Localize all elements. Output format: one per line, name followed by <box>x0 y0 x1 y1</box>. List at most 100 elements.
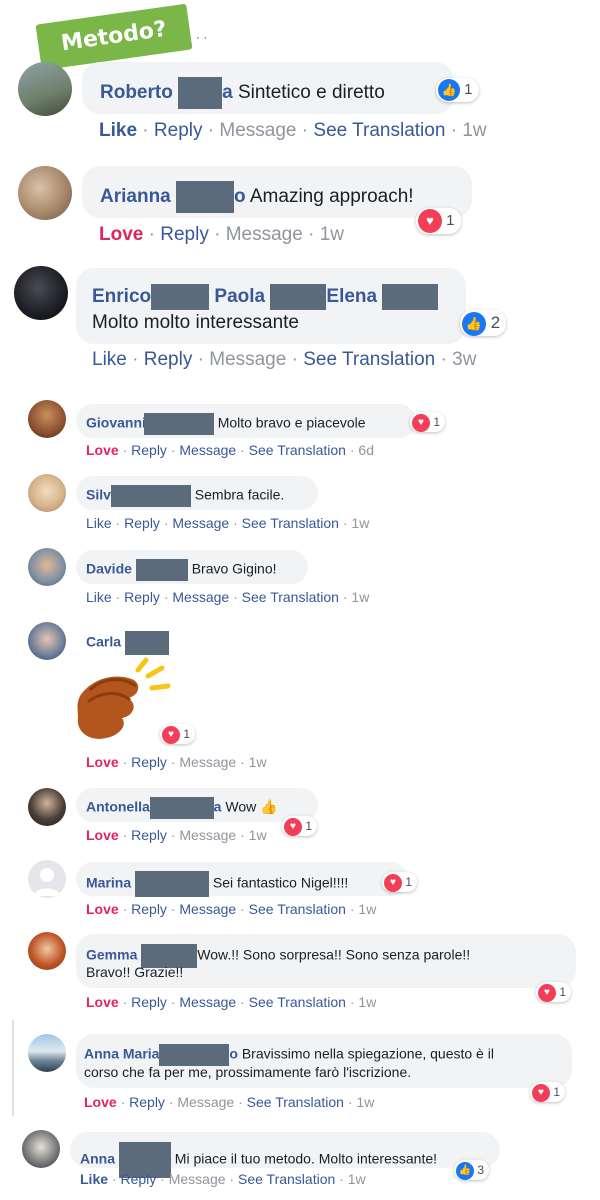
commenter-name[interactable]: Enrico <box>92 286 151 307</box>
avatar[interactable] <box>28 548 66 586</box>
commenter-name-tail[interactable]: o <box>229 1046 238 1062</box>
love-link[interactable]: Love <box>86 827 119 843</box>
reply-link[interactable]: Reply <box>131 994 167 1010</box>
commenter-name[interactable]: Anna <box>80 1151 115 1167</box>
reply-link[interactable]: Reply <box>129 1094 165 1110</box>
commenter-name[interactable]: Silv <box>86 487 111 503</box>
message-link[interactable]: Message <box>179 901 236 917</box>
see-translation-link[interactable]: See Translation <box>249 901 346 917</box>
like-link[interactable]: Like <box>86 589 112 605</box>
reaction-count[interactable]: 👍 2 <box>460 310 507 336</box>
love-link[interactable]: Love <box>86 994 119 1010</box>
avatar[interactable] <box>28 400 66 438</box>
message-link[interactable]: Message <box>169 1171 226 1187</box>
message-link[interactable]: Message <box>209 349 286 370</box>
commenter-name[interactable]: Gemma <box>86 947 137 963</box>
love-link[interactable]: Love <box>86 754 119 770</box>
avatar[interactable] <box>18 62 72 116</box>
avatar[interactable] <box>14 266 68 320</box>
reply-link[interactable]: Reply <box>131 754 167 770</box>
reply-link[interactable]: Reply <box>124 589 160 605</box>
commenter-name[interactable]: Arianna <box>100 186 171 207</box>
commenter-name-tail[interactable]: a <box>214 799 222 815</box>
commenter-name-tail[interactable]: a <box>222 82 233 103</box>
reaction-count[interactable]: ♥ 1 <box>160 724 196 744</box>
message-link[interactable]: Message <box>226 224 303 245</box>
commenter-name[interactable]: Giovanni <box>86 415 146 431</box>
see-translation-link[interactable]: See Translation <box>238 1171 335 1187</box>
see-translation-link[interactable]: See Translation <box>249 994 346 1010</box>
timestamp[interactable]: 3w <box>452 349 476 370</box>
avatar[interactable] <box>28 932 66 970</box>
commenter-name[interactable]: Davide <box>86 561 132 577</box>
message-link[interactable]: Message <box>179 994 236 1010</box>
commenter-name[interactable]: Anna Maria <box>84 1046 159 1062</box>
commenter-name[interactable]: Roberto <box>100 82 173 103</box>
avatar[interactable] <box>18 166 72 220</box>
commenter-name[interactable]: Antonella <box>86 799 150 815</box>
commenter-name-3[interactable]: Elena <box>326 286 377 307</box>
reaction-count[interactable]: 👍 3 <box>454 1160 490 1180</box>
love-link[interactable]: Love <box>86 442 119 458</box>
avatar[interactable] <box>28 622 66 660</box>
reply-link[interactable]: Reply <box>131 901 167 917</box>
timestamp[interactable]: 1w <box>358 994 376 1010</box>
commenter-name[interactable]: Marina <box>86 875 131 891</box>
reaction-number: 1 <box>553 1085 561 1099</box>
metodo-badge: Metodo? <box>35 3 193 71</box>
commenter-name-tail[interactable]: o <box>234 186 246 207</box>
message-link[interactable]: Message <box>172 515 229 531</box>
timestamp[interactable]: 1w <box>348 1171 366 1187</box>
like-link[interactable]: Like <box>80 1171 108 1187</box>
see-translation-link[interactable]: See Translation <box>313 120 445 141</box>
see-translation-link[interactable]: See Translation <box>303 349 435 370</box>
message-link[interactable]: Message <box>179 442 236 458</box>
avatar[interactable] <box>28 474 66 512</box>
commenter-name[interactable]: Carla <box>86 634 121 650</box>
avatar[interactable] <box>28 860 66 898</box>
love-link[interactable]: Love <box>86 901 119 917</box>
reaction-count[interactable]: ♥ 1 <box>382 872 418 892</box>
timestamp[interactable]: 1w <box>462 120 486 141</box>
reaction-count[interactable]: ♥ 1 <box>282 816 318 836</box>
love-link[interactable]: Love <box>99 224 143 245</box>
reply-link[interactable]: Reply <box>124 515 160 531</box>
message-link[interactable]: Message <box>179 827 236 843</box>
timestamp[interactable]: 1w <box>249 827 267 843</box>
reaction-count[interactable]: ♥ 1 <box>530 1082 566 1102</box>
timestamp[interactable]: 1w <box>351 515 369 531</box>
see-translation-link[interactable]: See Translation <box>242 515 339 531</box>
love-link[interactable]: Love <box>84 1094 117 1110</box>
message-link[interactable]: Message <box>172 589 229 605</box>
reply-link[interactable]: Reply <box>154 120 203 141</box>
reaction-count[interactable]: 👍 1 <box>436 78 479 102</box>
timestamp[interactable]: 1w <box>358 901 376 917</box>
reaction-count[interactable]: ♥ 1 <box>536 982 572 1002</box>
avatar[interactable] <box>22 1130 60 1168</box>
message-link[interactable]: Message <box>219 120 296 141</box>
top-fragment: · · <box>196 30 208 44</box>
timestamp[interactable]: 1w <box>356 1094 374 1110</box>
reply-link[interactable]: Reply <box>131 442 167 458</box>
like-link[interactable]: Like <box>92 349 127 370</box>
timestamp[interactable]: 6d <box>358 442 374 458</box>
timestamp[interactable]: 1w <box>249 754 267 770</box>
reply-link[interactable]: Reply <box>160 224 209 245</box>
like-link[interactable]: Like <box>86 515 112 531</box>
timestamp[interactable]: 1w <box>351 589 369 605</box>
reply-link[interactable]: Reply <box>120 1171 156 1187</box>
avatar[interactable] <box>28 1034 66 1072</box>
timestamp[interactable]: 1w <box>320 224 344 245</box>
like-link[interactable]: Like <box>99 120 137 141</box>
message-link[interactable]: Message <box>179 754 236 770</box>
reply-link[interactable]: Reply <box>131 827 167 843</box>
avatar[interactable] <box>28 788 66 826</box>
reaction-count[interactable]: ♥ 1 <box>416 208 461 234</box>
see-translation-link[interactable]: See Translation <box>249 442 346 458</box>
message-link[interactable]: Message <box>177 1094 234 1110</box>
reply-link[interactable]: Reply <box>144 349 193 370</box>
reaction-count[interactable]: ♥ 1 <box>410 412 446 432</box>
see-translation-link[interactable]: See Translation <box>247 1094 344 1110</box>
commenter-name-2[interactable]: Paola <box>214 286 265 307</box>
see-translation-link[interactable]: See Translation <box>242 589 339 605</box>
